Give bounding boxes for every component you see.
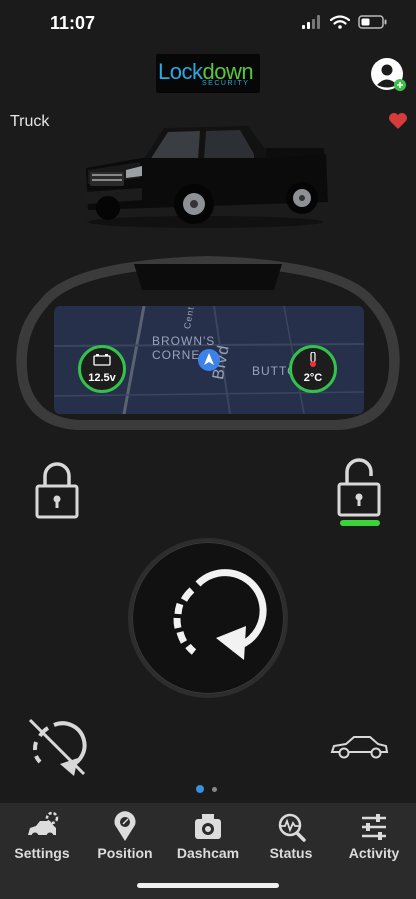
tab-activity[interactable]: Activity — [334, 811, 414, 861]
map-label-browns: BROWN'S — [152, 334, 216, 348]
lock-button[interactable] — [34, 458, 80, 520]
status-icon — [278, 813, 306, 842]
add-user-icon — [371, 58, 406, 91]
profile-button[interactable] — [369, 57, 407, 93]
signal-icon — [302, 15, 320, 29]
tab-label: Status — [269, 845, 313, 861]
cancel-start-icon — [28, 718, 87, 776]
wifi-icon — [330, 15, 350, 29]
tab-label: Position — [97, 845, 153, 861]
unlock-icon — [337, 458, 381, 517]
home-indicator[interactable] — [137, 883, 279, 888]
lock-icon — [35, 462, 79, 519]
page-dot-active[interactable] — [196, 785, 204, 793]
battery-gauge: 12.5v — [78, 345, 126, 393]
thermometer-icon — [310, 352, 316, 367]
status-bar: 11:07 — [0, 0, 416, 50]
tab-label: Dashcam — [176, 845, 240, 861]
tab-status[interactable]: Status — [251, 811, 331, 861]
navigation-arrow-icon — [198, 349, 220, 371]
map-pin-icon — [114, 811, 136, 841]
car-settings-icon — [28, 811, 59, 840]
tab-label: Activity — [348, 845, 400, 861]
tab-bar: Settings Position Dashcam Status Activit… — [0, 803, 416, 899]
logo-subtitle: SECURITY — [202, 80, 250, 87]
vehicle-image — [84, 126, 328, 228]
page-indicator — [196, 785, 217, 793]
tab-dashcam[interactable]: Dashcam — [168, 811, 248, 861]
temperature-gauge: 2°C — [289, 345, 337, 393]
status-time: 11:07 — [50, 13, 96, 33]
unlock-button[interactable] — [336, 456, 382, 518]
vehicle-name[interactable]: Truck — [10, 113, 49, 131]
logo-lock-text: Lock — [158, 59, 203, 84]
cancel-remote-start-button[interactable] — [26, 716, 88, 778]
car-battery-icon — [93, 354, 111, 366]
unlock-active-indicator — [340, 520, 380, 526]
sliders-icon — [362, 814, 386, 840]
battery-voltage: 12.5v — [88, 372, 116, 384]
remote-start-icon — [173, 569, 267, 660]
app-logo: Lockdown SECURITY — [156, 54, 260, 93]
temperature-value: 2°C — [303, 372, 323, 384]
tab-label: Settings — [14, 845, 70, 861]
dashcam-icon — [195, 814, 221, 839]
page-dot[interactable] — [212, 786, 217, 792]
tab-position[interactable]: Position — [85, 811, 165, 861]
dashboard-display: BROWN'S CORNE BUTTO Blvd Centr 12.5v 2°C — [10, 250, 406, 440]
tab-settings[interactable]: Settings — [2, 811, 82, 861]
status-icons — [302, 15, 388, 29]
car-icon — [330, 736, 389, 759]
battery-icon — [358, 15, 387, 29]
map-label-corner: CORNE — [152, 348, 201, 362]
favorite-heart-icon[interactable] — [388, 112, 408, 130]
car-action-button[interactable] — [328, 734, 390, 760]
remote-start-button[interactable] — [128, 538, 288, 698]
